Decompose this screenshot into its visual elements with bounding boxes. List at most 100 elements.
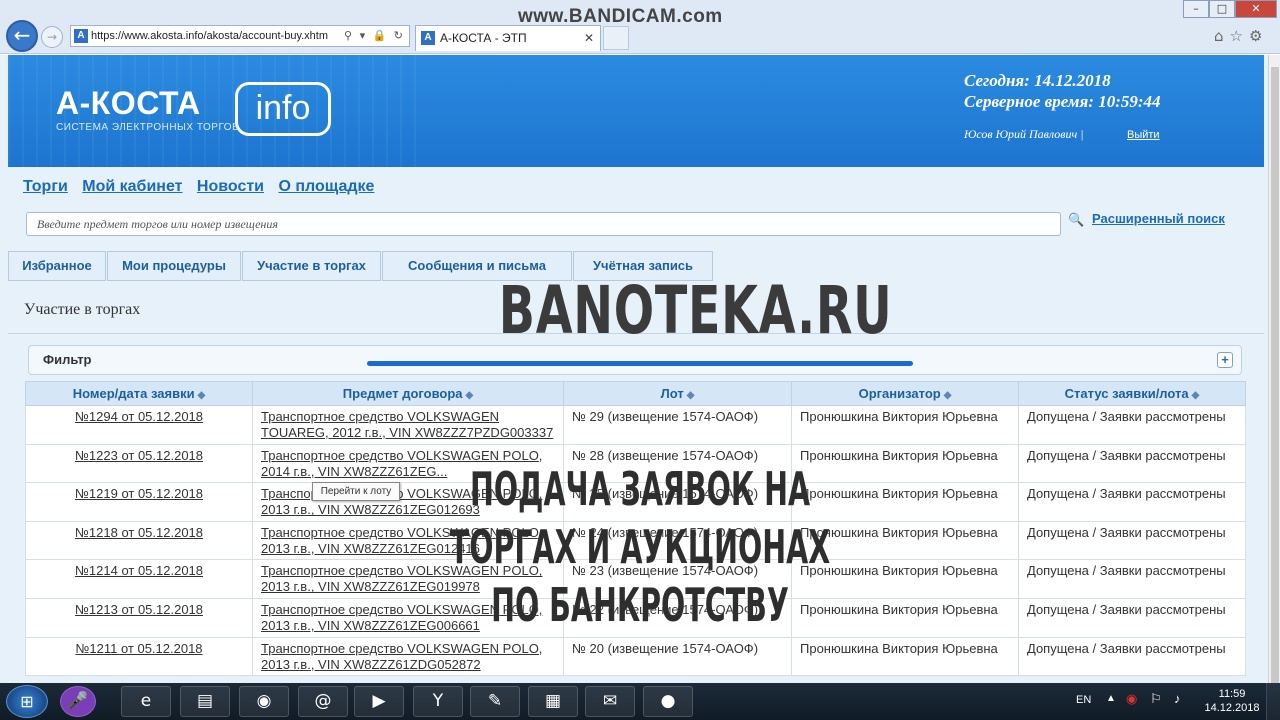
application-number-link[interactable]: №1223 от 05.12.2018 <box>34 448 244 464</box>
logout-link[interactable]: Выйти <box>1127 129 1160 141</box>
forward-arrow-icon[interactable]: → <box>41 26 63 48</box>
tray-expand-icon[interactable]: ▲ <box>1106 693 1116 704</box>
status-cell: Допущена / Заявки рассмотрены <box>1018 520 1246 561</box>
overlay-caption: ПОДАЧА ЗАЯВОК НА ТОРГАХ И АУКЦИОНАХ ПО Б… <box>449 462 831 632</box>
status-cell: Допущена / Заявки рассмотрены <box>1018 636 1246 677</box>
clock-time: 11:59 <box>1218 688 1246 700</box>
logo-subtitle: СИСТЕМА ЭЛЕКТРОННЫХ ТОРГОВ <box>56 122 240 133</box>
page-title: Участие в торгах <box>24 301 141 318</box>
tab-title: А-КОСТА - ЭТП <box>440 31 527 45</box>
lot-cell: № 29 (извещение 1574-ОАОФ) <box>563 405 792 445</box>
site-logo[interactable]: А-КОСТА <box>56 85 201 122</box>
organizer-cell: Пронюшкина Виктория Юрьевна <box>791 636 1019 677</box>
filter-panel[interactable]: Фильтр + <box>28 345 1242 375</box>
minimize-button[interactable]: – <box>1183 0 1209 18</box>
url-text: https://www.akosta.info/akosta/account-b… <box>91 30 329 42</box>
nav-item-torgi[interactable]: Торги <box>23 178 68 195</box>
search-input[interactable]: Введите предмет торгов или номер извещен… <box>26 212 1061 236</box>
nav-item-news[interactable]: Новости <box>197 178 264 195</box>
application-number-link[interactable]: №1294 от 05.12.2018 <box>34 409 244 425</box>
pdf-app-icon[interactable]: ✉ <box>585 686 635 717</box>
yandex-browser-icon[interactable]: Y <box>413 686 463 717</box>
filter-label: Фильтр <box>43 352 92 367</box>
chrome-icon[interactable]: ◉ <box>239 686 289 717</box>
status-cell: Допущена / Заявки рассмотрены <box>1018 405 1246 445</box>
address-bar[interactable]: А https://www.akosta.info/akosta/account… <box>70 25 410 47</box>
tab-participation[interactable]: Участие в торгах <box>242 251 381 281</box>
tab-favorites[interactable]: Избранное <box>8 251 106 281</box>
sort-icon: ◆ <box>1191 390 1200 401</box>
lot-cell: № 20 (извещение 1574-ОАОФ) <box>563 636 792 677</box>
volume-icon[interactable]: ♪ <box>1174 691 1181 706</box>
maximize-button[interactable]: □ <box>1209 0 1235 18</box>
scrollbar-thumb[interactable] <box>1271 67 1279 707</box>
main-nav: Торги Мой кабинет Новости О площадке <box>23 178 384 196</box>
winrar-icon[interactable]: ▦ <box>528 686 578 717</box>
address-search-icon[interactable]: ⚲ ▾ 🔒 ↻ <box>344 26 405 46</box>
site-favicon: А <box>74 29 88 43</box>
tab-my-procedures[interactable]: Мои процедуры <box>107 251 241 281</box>
system-clock[interactable]: 11:59 14.12.2018 <box>1204 687 1260 715</box>
media-player-icon[interactable]: ▶ <box>354 686 404 717</box>
user-name: Юсов Юрий Павлович | <box>964 127 1084 141</box>
advanced-search-link[interactable]: Расширенный поиск <box>1092 211 1225 226</box>
close-window-button[interactable]: ✕ <box>1235 0 1277 18</box>
subject-link[interactable]: Транспортное средство VOLKSWAGEN POLO, 2… <box>261 641 542 672</box>
microphone-app-icon[interactable]: 🎤 <box>60 686 96 717</box>
bandicam-icon[interactable]: ● <box>643 686 693 717</box>
start-button[interactable]: ⊞ <box>6 685 48 718</box>
application-number-link[interactable]: №1214 от 05.12.2018 <box>34 563 244 579</box>
application-number-link[interactable]: №1213 от 05.12.2018 <box>34 602 244 618</box>
application-number-link[interactable]: №1219 от 05.12.2018 <box>34 486 244 502</box>
toolbar-icons[interactable]: ⌂☆⚙ <box>1214 27 1268 45</box>
loading-bar <box>367 361 913 366</box>
table-row: №1294 от 05.12.2018 Транспортное средств… <box>25 405 1246 445</box>
search-icon[interactable]: 🔍 <box>1068 213 1084 228</box>
subject-link[interactable]: Транспортное средство VOLKSWAGEN TOUAREG… <box>261 409 553 440</box>
table-row: №1211 от 05.12.2018 Транспортное средств… <box>25 636 1246 677</box>
sort-icon: ◆ <box>465 390 474 401</box>
application-number-link[interactable]: №1211 от 05.12.2018 <box>34 641 244 657</box>
status-cell: Допущена / Заявки рассмотрены <box>1018 443 1246 484</box>
column-header-lot[interactable]: Лот ◆ <box>563 381 792 406</box>
paint-icon[interactable]: ✎ <box>470 686 520 717</box>
nav-item-cabinet[interactable]: Мой кабинет <box>82 178 182 195</box>
logo-info-badge: info <box>235 82 331 136</box>
browser-chrome: www.BANDICAM.com – □ ✕ ← → А https://www… <box>0 0 1280 54</box>
close-tab-icon[interactable]: ✕ <box>584 26 594 50</box>
vertical-scrollbar[interactable] <box>1268 55 1280 707</box>
server-time: Серверное время: 10:59:44 <box>964 92 1161 111</box>
status-cell: Допущена / Заявки рассмотрены <box>1018 559 1246 599</box>
sort-icon: ◆ <box>686 390 695 401</box>
back-arrow-icon[interactable]: ← <box>6 20 38 52</box>
status-cell: Допущена / Заявки рассмотрены <box>1018 482 1246 522</box>
expand-plus-icon[interactable]: + <box>1217 352 1233 368</box>
column-header-organizer[interactable]: Организатор ◆ <box>791 381 1019 406</box>
browser-tab[interactable]: А А-КОСТА - ЭТП ✕ <box>415 25 601 51</box>
record-icon[interactable]: ◉ <box>1126 691 1137 707</box>
internet-explorer-icon[interactable]: e <box>121 686 171 717</box>
column-header-status[interactable]: Статус заявки/лота ◆ <box>1018 381 1246 406</box>
site-header: А-КОСТА info СИСТЕМА ЭЛЕКТРОННЫХ ТОРГОВ … <box>8 55 1264 167</box>
lot-tooltip: Перейти к лоту <box>312 482 400 501</box>
sort-icon: ◆ <box>943 390 952 401</box>
column-header-subject[interactable]: Предмет договора ◆ <box>252 381 564 406</box>
status-cell: Допущена / Заявки рассмотрены <box>1018 597 1246 638</box>
show-desktop-button[interactable] <box>1266 683 1280 720</box>
application-number-link[interactable]: №1218 от 05.12.2018 <box>34 525 244 541</box>
language-indicator[interactable]: EN <box>1076 694 1091 706</box>
windows-taskbar: ⊞ 🎤 e ▤ ◉ @ ▶ Y ✎ ▦ ✉ ● EN ▲ ◉ ⚐ ♪ 11:59… <box>0 683 1280 720</box>
clock-date: 14.12.2018 <box>1204 702 1260 714</box>
file-explorer-icon[interactable]: ▤ <box>180 686 230 717</box>
new-tab-button[interactable] <box>603 26 629 50</box>
sort-icon: ◆ <box>197 390 206 401</box>
nav-item-about[interactable]: О площадке <box>278 178 374 195</box>
column-header-number[interactable]: Номер/дата заявки ◆ <box>25 381 253 406</box>
page-viewport: А-КОСТА info СИСТЕМА ЭЛЕКТРОННЫХ ТОРГОВ … <box>0 55 1268 683</box>
network-icon[interactable]: ⚐ <box>1150 691 1162 707</box>
messenger-icon[interactable]: @ <box>298 686 348 717</box>
organizer-cell: Пронюшкина Виктория Юрьевна <box>791 405 1019 445</box>
tab-favicon: А <box>421 31 435 45</box>
overlay-title: BANOTEKA.RU <box>498 272 893 349</box>
current-date: Сегодня: 14.12.2018 <box>964 71 1111 90</box>
